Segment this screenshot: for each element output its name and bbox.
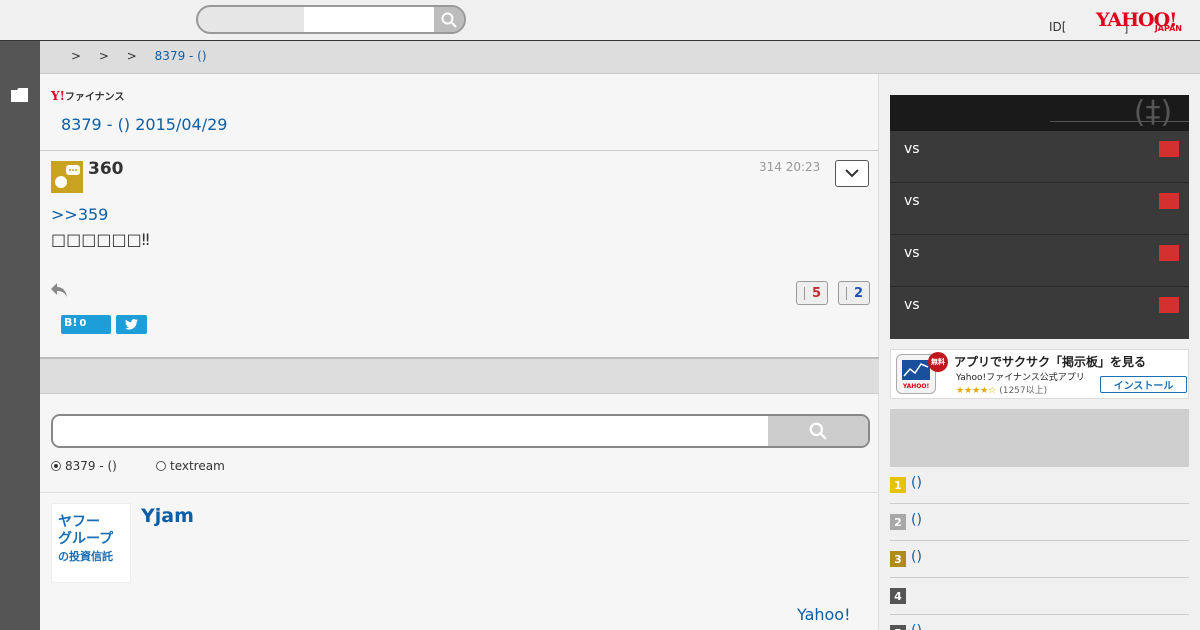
search-icon [809, 422, 827, 440]
game-vs: vs [904, 193, 920, 209]
hatena-bookmark-button[interactable]: B! 0 [61, 315, 111, 334]
yjam-ad-title[interactable]: Yjam [141, 505, 194, 527]
reply-anchor-link[interactable]: >>359 [51, 205, 108, 224]
app-banner-title: アプリでサクサク「掲示板」を見る [954, 355, 1147, 369]
yahoo-ad-link[interactable]: Yahoo! [797, 605, 851, 624]
finance-logo-y: Y! [51, 89, 65, 103]
breadcrumb-current[interactable]: 8379 - () [155, 49, 207, 63]
reply-button[interactable] [50, 282, 68, 302]
logo-sub: JAPAN [1154, 24, 1182, 33]
rank-label: () [911, 623, 922, 630]
board-search-button[interactable] [768, 416, 868, 446]
team-badge [1159, 245, 1179, 261]
ad-image-line1: ヤフー [58, 514, 100, 530]
top-bar: ID[ ] YAHOO! JAPAN [0, 0, 1200, 41]
ranking-item[interactable]: 3 () [890, 541, 1189, 578]
rank-badge: 1 [890, 477, 906, 493]
right-sidebar: (‡) vs vs vs vs YAHOO! 無料 アプリでサクサク「掲示板」を… [880, 74, 1200, 630]
radio-dot [51, 461, 61, 471]
ranking-header [890, 409, 1189, 467]
radio-board[interactable]: 8379 - () [51, 459, 117, 473]
breadcrumb-separator[interactable]: > [127, 49, 137, 63]
disagree-count: 2 [853, 285, 863, 301]
game-row[interactable]: vs [890, 131, 1189, 183]
ranking-item[interactable]: 1 () [890, 467, 1189, 504]
divider [40, 150, 879, 151]
scoreboard-header: (‡) [890, 95, 1189, 131]
header-search-input[interactable] [304, 7, 434, 32]
ad-image-line3: の投資信託 [58, 550, 113, 563]
agree-count: 5 [811, 285, 821, 301]
chevron-down-icon [845, 169, 859, 178]
post-number: 360 [88, 159, 124, 179]
app-rating: ★★★★☆ (1257以上) [956, 383, 1047, 396]
rank-badge: 2 [890, 514, 906, 530]
finance-logo-text: ファイナンス [64, 92, 125, 103]
game-row[interactable]: vs [890, 183, 1189, 235]
main-content: Y!ファイナンス 8379 - () 2015/04/29 360 314 20… [40, 74, 879, 630]
game-row[interactable]: vs [890, 235, 1189, 287]
radio-textream[interactable]: textream [156, 459, 225, 473]
board-title[interactable]: 8379 - () 2015/04/29 [61, 115, 227, 134]
board-search-input[interactable] [53, 416, 769, 446]
post-text: □□□□□□‼ [51, 230, 150, 249]
tweet-button[interactable] [116, 315, 147, 334]
search-icon [441, 12, 457, 28]
app-banner-subtitle: Yahoo!ファイナンス公式アプリ [956, 373, 1085, 383]
left-nav-strip [0, 41, 40, 630]
radio-textream-label: textream [170, 459, 225, 473]
ranking-item[interactable]: 5 () [890, 615, 1189, 630]
rank-label: () [911, 512, 922, 528]
divider [40, 492, 879, 493]
team-badge [1159, 297, 1179, 313]
svg-text:YAHOO!: YAHOO! [902, 383, 929, 390]
game-vs: vs [904, 141, 920, 157]
yahoo-id-link[interactable]: ID[ [1049, 20, 1066, 34]
free-badge: 無料 [928, 352, 948, 372]
breadcrumb-separator[interactable]: > [99, 49, 109, 63]
ranking-item[interactable]: 4 [890, 578, 1189, 615]
team-badge [1159, 193, 1179, 209]
breadcrumb-bar: > > > 8379 - () [40, 41, 1200, 74]
radio-dot [156, 461, 166, 471]
comment-avatar-icon [55, 165, 80, 188]
hatena-label: B! [64, 316, 78, 329]
hatena-count: 0 [79, 318, 87, 329]
board-search [51, 414, 870, 448]
review-count: (1257以上) [999, 386, 1048, 396]
game-row[interactable]: vs [890, 287, 1189, 339]
install-button[interactable]: インストール [1100, 376, 1187, 393]
rank-badge: 4 [890, 588, 906, 604]
header-search [196, 5, 466, 34]
post-menu-button[interactable] [835, 160, 869, 187]
ranking-item[interactable]: 2 () [890, 504, 1189, 541]
post-datetime: 314 20:23 [759, 160, 821, 174]
agree-button[interactable]: 5 [796, 281, 828, 305]
header-search-button[interactable] [434, 7, 464, 32]
radio-board-label: 8379 - () [65, 459, 117, 473]
rank-label: () [911, 475, 922, 491]
rank-badge: 3 [890, 551, 906, 567]
game-vs: vs [904, 245, 920, 261]
baseball-scoreboard: (‡) vs vs vs vs [890, 95, 1189, 339]
finance-logo[interactable]: Y!ファイナンス [51, 88, 124, 103]
game-vs: vs [904, 297, 920, 313]
yahoo-japan-logo[interactable]: YAHOO! JAPAN [1096, 10, 1186, 36]
folder-icon[interactable] [11, 88, 28, 102]
breadcrumb: > > > 8379 - () [71, 49, 207, 63]
disagree-button[interactable]: 2 [838, 281, 870, 305]
section-band [40, 357, 879, 394]
twitter-icon [125, 319, 138, 330]
breadcrumb-separator[interactable]: > [71, 49, 81, 63]
star-rating-icon: ★★★★☆ [956, 386, 997, 396]
app-banner[interactable]: YAHOO! 無料 アプリでサクサク「掲示板」を見る Yahoo!ファイナンス公… [890, 349, 1189, 399]
reply-icon [51, 283, 67, 297]
team-badge [1159, 141, 1179, 157]
rank-label: () [911, 549, 922, 565]
ad-image-line2: グループ [58, 531, 114, 547]
yjam-ad-image[interactable]: ヤフー グループ の投資信託 [51, 503, 131, 583]
rank-badge: 5 [890, 625, 906, 630]
avatar [51, 161, 83, 193]
baseball-icon: (‡) [1133, 95, 1173, 130]
